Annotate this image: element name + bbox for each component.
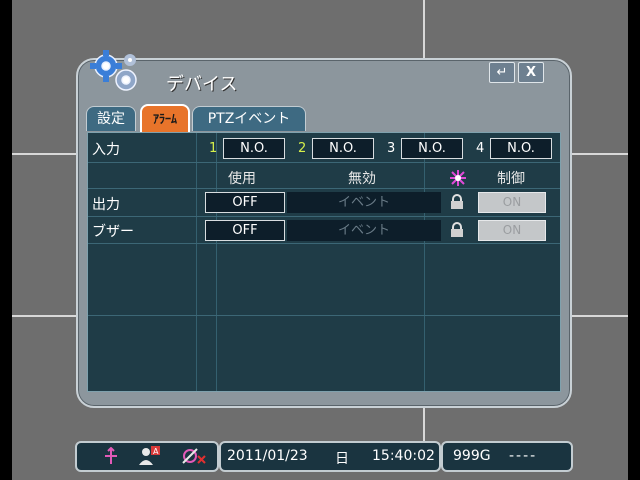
output-use-select[interactable]: OFF bbox=[205, 192, 285, 213]
grid-line bbox=[423, 402, 425, 442]
input-label: 入力 bbox=[92, 142, 120, 158]
buzzer-control-button[interactable]: ON bbox=[478, 220, 546, 241]
grid-line bbox=[423, 0, 425, 60]
event-burst-icon bbox=[450, 170, 466, 186]
weekday-text: 日 bbox=[335, 451, 349, 467]
grid-line bbox=[12, 153, 76, 155]
right-black-edge bbox=[628, 0, 640, 480]
input-2-select[interactable]: N.O. bbox=[312, 138, 374, 159]
buzzer-event-field[interactable]: イベント bbox=[287, 220, 441, 241]
column-disable: 無効 bbox=[348, 171, 376, 187]
date-text: 2011/01/23 bbox=[227, 448, 308, 464]
buzzer-use-select[interactable]: OFF bbox=[205, 220, 285, 241]
lock-icon bbox=[451, 222, 463, 237]
input-number-2: 2 bbox=[298, 141, 307, 156]
tab-settings[interactable]: 設定 bbox=[86, 106, 136, 131]
time-text: 15:40:02 bbox=[372, 448, 435, 464]
alarm-panel: 入力 1 N.O. 2 N.O. 3 N.O. 4 N.O. 使用 無効 制御 … bbox=[87, 132, 561, 392]
dialog-title: デバイス bbox=[166, 74, 238, 95]
datetime-bar: 2011/01/23 日 15:40:02 bbox=[219, 441, 441, 472]
divider bbox=[88, 188, 560, 189]
output-label: 出力 bbox=[92, 197, 120, 213]
input-4-select[interactable]: N.O. bbox=[490, 138, 552, 159]
disk-status: ---- bbox=[509, 448, 538, 464]
input-1-select[interactable]: N.O. bbox=[223, 138, 285, 159]
enter-button[interactable]: ↵ bbox=[489, 62, 515, 83]
device-dialog: デバイス ↵ X 設定 ｱﾗｰﾑ PTZイベント 入力 1 N.O. 2 N.O… bbox=[76, 50, 572, 408]
left-black-edge bbox=[0, 0, 12, 480]
input-number-3: 3 bbox=[387, 141, 396, 156]
svg-text:A: A bbox=[153, 447, 159, 456]
close-button[interactable]: X bbox=[518, 62, 544, 83]
input-number-1: 1 bbox=[209, 141, 218, 156]
network-icon bbox=[105, 447, 117, 464]
grid-line bbox=[12, 315, 76, 317]
output-event-field[interactable]: イベント bbox=[287, 192, 441, 213]
divider bbox=[88, 243, 560, 244]
divider bbox=[216, 133, 217, 391]
buzzer-label: ブザー bbox=[92, 224, 134, 240]
tab-ptz-event[interactable]: PTZイベント bbox=[192, 106, 306, 131]
user-icon: A bbox=[139, 446, 160, 465]
divider bbox=[196, 133, 197, 391]
mute-icon bbox=[182, 448, 206, 464]
column-use: 使用 bbox=[228, 171, 256, 187]
tab-alarm[interactable]: ｱﾗｰﾑ bbox=[140, 104, 190, 134]
output-control-button[interactable]: ON bbox=[478, 192, 546, 213]
grid-line bbox=[568, 315, 628, 317]
gears-icon bbox=[90, 50, 137, 91]
divider bbox=[88, 162, 560, 163]
divider bbox=[88, 315, 560, 316]
status-icons-bar: A bbox=[75, 441, 219, 472]
lock-icon bbox=[451, 194, 463, 209]
column-control: 制御 bbox=[497, 171, 525, 187]
input-number-4: 4 bbox=[476, 141, 485, 156]
disk-bar: 999G ---- bbox=[441, 441, 573, 472]
divider bbox=[424, 133, 425, 391]
input-3-select[interactable]: N.O. bbox=[401, 138, 463, 159]
grid-line bbox=[568, 153, 628, 155]
divider bbox=[88, 216, 560, 217]
disk-capacity: 999G bbox=[453, 448, 491, 464]
